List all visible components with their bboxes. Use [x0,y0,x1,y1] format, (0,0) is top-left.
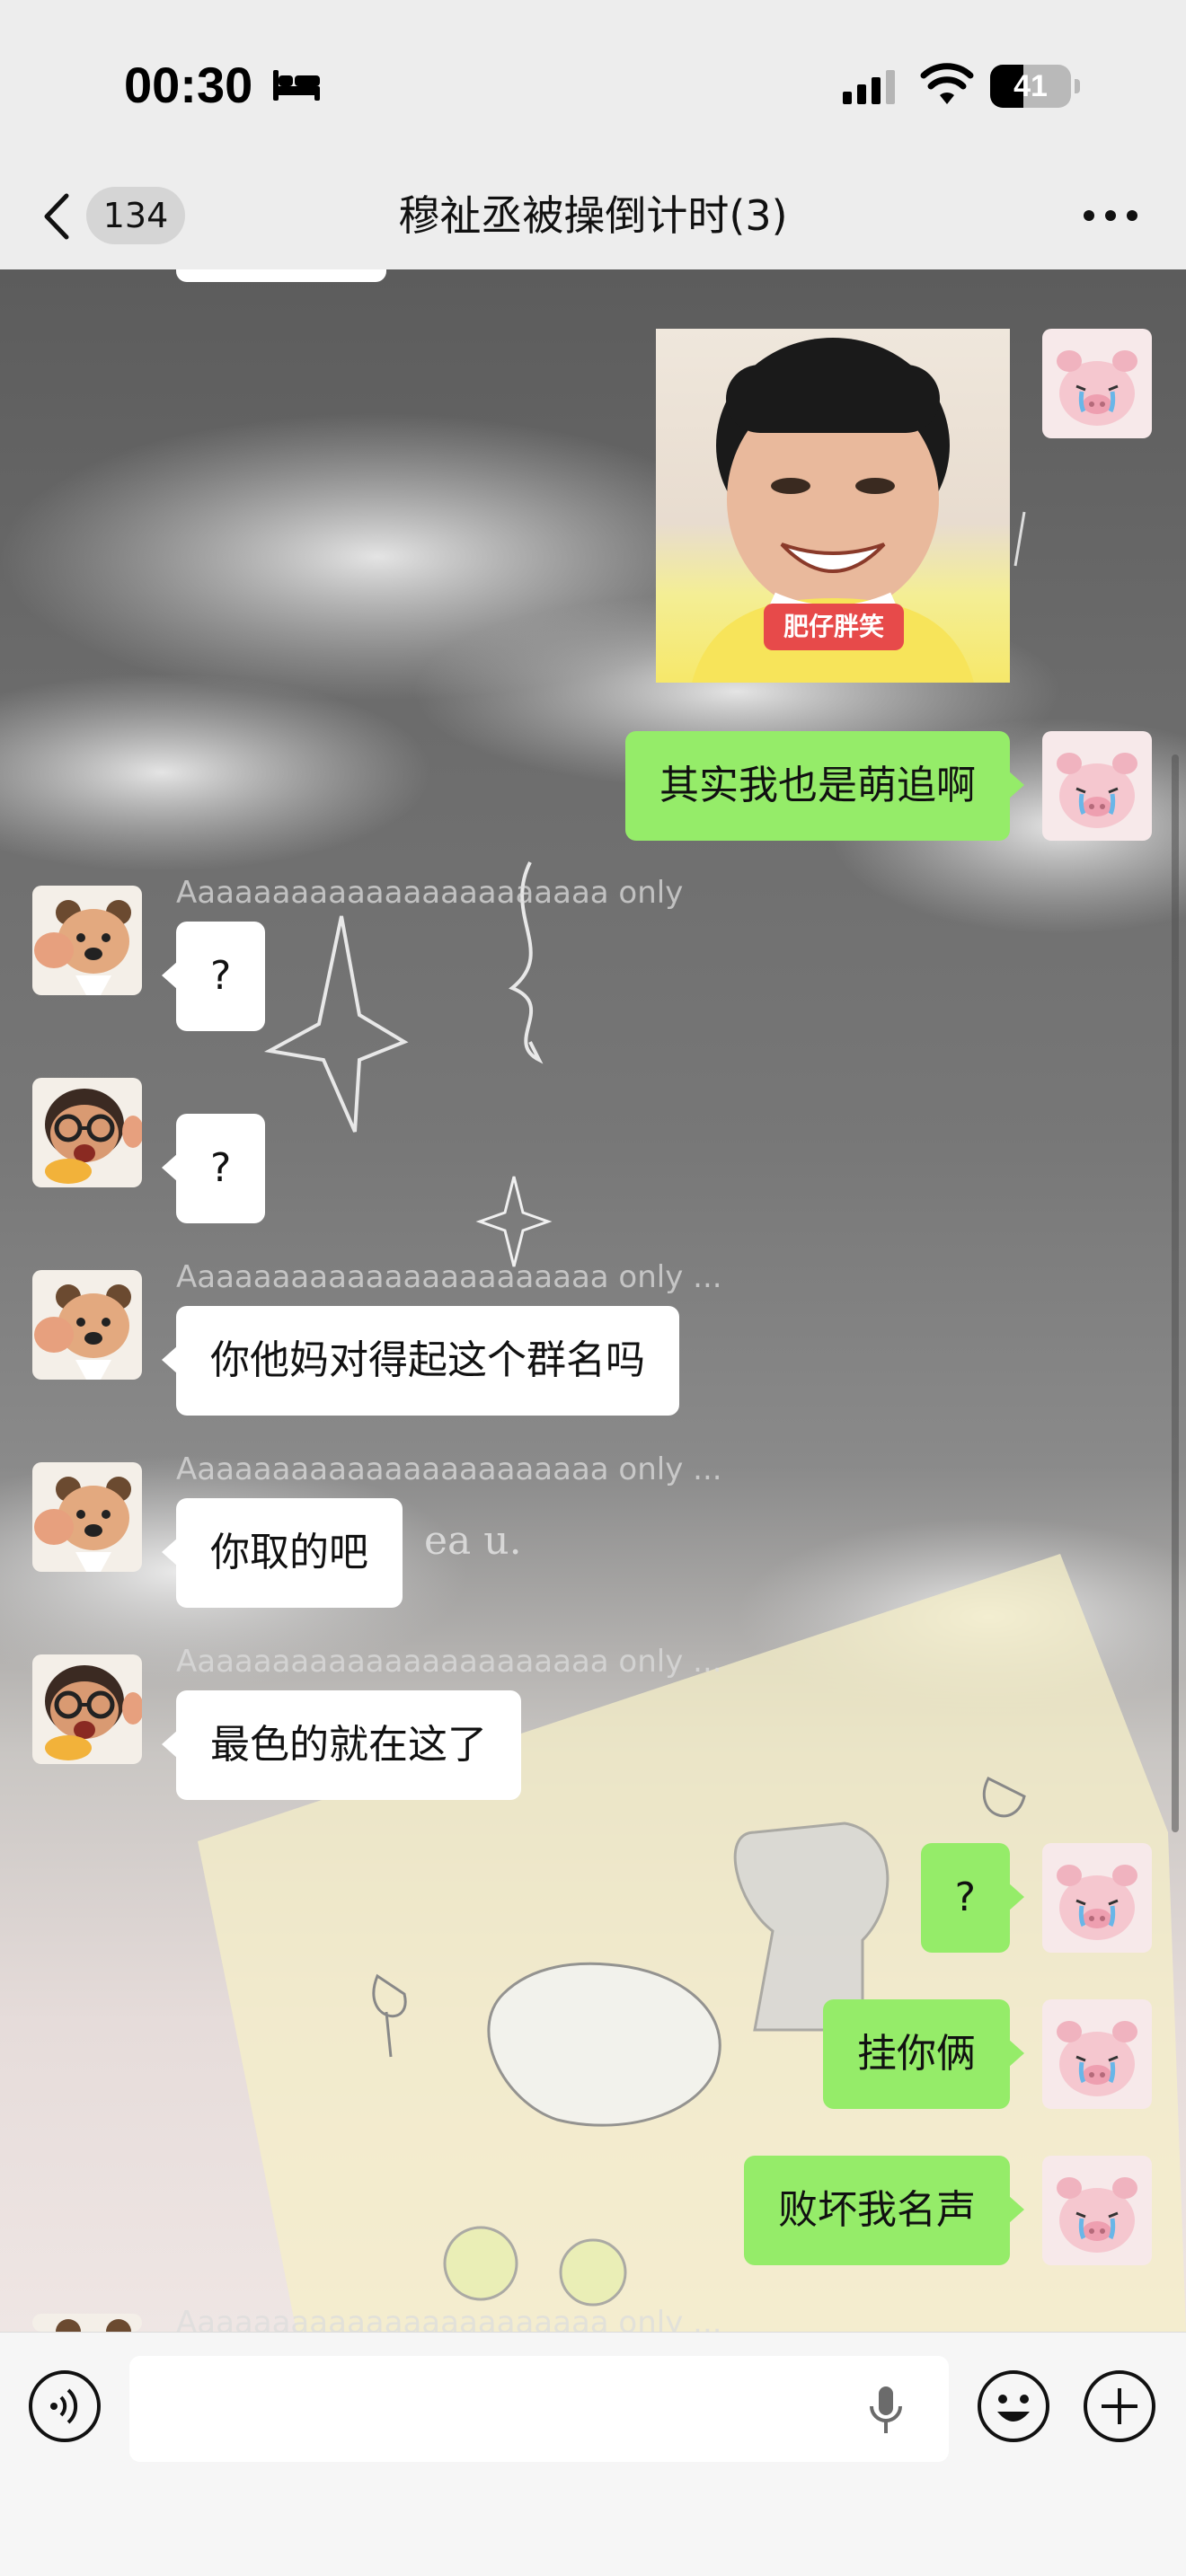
image-caption: 肥仔胖笑 [764,604,904,650]
pig-avatar[interactable] [1042,1999,1152,2109]
received-message-bubble[interactable]: 最色的就在这了 [162,1690,521,1800]
status-bar: 00:30 41 [0,0,1186,162]
message-row: ? [0,1078,1186,1248]
message-row: 败坏我名声 [0,2156,1186,2265]
chat-message-list[interactable]: 肥仔胖笑 其实我也是萌追啊 Aaaaaaaaaaaaaaaaaaaaaaa on… [0,269,1186,2332]
message-row: Aaaaaaaaaaaaaaaaaaaaaaa only ... 你他妈对得起这… [0,1259,1186,1441]
sent-message-bubble[interactable]: ? [920,1843,1025,1953]
message-row: Aaaaaaaaaaaaaaaaaaaaaaa only ? [0,875,1186,1056]
bed-icon [273,70,320,101]
sent-message-bubble[interactable]: 败坏我名声 [744,2156,1024,2265]
unread-count-badge: 134 [86,187,185,244]
emoji-icon[interactable] [976,2369,1051,2444]
sent-message-bubble[interactable]: 挂你俩 [823,1999,1024,2109]
message-input[interactable] [129,2356,949,2462]
pig-avatar[interactable] [1042,2156,1152,2265]
message-row: Aaaaaaaaaaaaaaaaaaaaaaa only ... 最色的就在这了 [0,1644,1186,1825]
status-time: 00:30 [124,57,253,113]
chat-header: 134 穆祉丞被操倒计时(3) [0,162,1186,269]
message-input-bar [0,2332,1186,2576]
message-row: 其实我也是萌追啊 [0,731,1186,841]
sender-name: Aaaaaaaaaaaaaaaaaaaaaaa only ... [176,1644,722,1680]
pig-avatar[interactable] [1042,329,1152,438]
battery-icon: 41 [990,65,1080,108]
bear-avatar[interactable] [32,2314,142,2332]
cellular-signal-icon [843,70,895,104]
sender-name: Aaaaaaaaaaaaaaaaaaaaaaa only ... [176,2305,722,2332]
received-message-bubble[interactable]: 你他妈对得起这个群名吗 [162,1306,679,1416]
chat-title: 穆祉丞被操倒计时(3) [398,191,788,240]
bear-avatar[interactable] [32,1462,142,1572]
sender-name: Aaaaaaaaaaaaaaaaaaaaaaa only ... [176,1259,722,1295]
pig-avatar[interactable] [1042,731,1152,841]
message-row: 挂你俩 [0,1999,1186,2109]
wallpaper-text: ea u. [424,1518,522,1564]
wifi-icon [920,63,974,104]
glasses-avatar[interactable] [32,1078,142,1187]
chevron-left-icon [44,193,69,240]
received-message-bubble[interactable]: ? [161,922,266,1031]
more-dots-icon[interactable] [1075,194,1146,237]
microphone-icon[interactable] [866,2385,906,2435]
message-row: Aaaaaaaaaaaaaaaaaaaaaaa only ... [0,2305,1186,2332]
pig-avatar[interactable] [1042,1843,1152,1953]
bear-avatar[interactable] [32,1270,142,1380]
message-row: Aaaaaaaaaaaaaaaaaaaaaaa only ... 你取的吧 ea… [0,1451,1186,1633]
message-row: ? [0,1843,1186,1953]
glasses-avatar[interactable] [32,1654,142,1764]
battery-level: 41 [1013,69,1048,103]
image-message[interactable]: 肥仔胖笑 [656,329,1010,683]
bear-avatar[interactable] [32,886,142,995]
plus-circle-icon[interactable] [1082,2369,1157,2444]
sent-message-bubble[interactable]: 其实我也是萌追啊 [625,731,1024,841]
received-message-bubble[interactable]: ? [161,1114,266,1223]
sender-name: Aaaaaaaaaaaaaaaaaaaaaaa only ... [176,1451,722,1487]
message-row: 肥仔胖笑 [0,269,1186,701]
sender-name: Aaaaaaaaaaaaaaaaaaaaaaa only [176,875,684,911]
received-message-bubble[interactable]: 你取的吧 [162,1498,403,1608]
back-button[interactable]: 134 [36,181,189,250]
voice-mode-icon[interactable] [27,2369,102,2444]
